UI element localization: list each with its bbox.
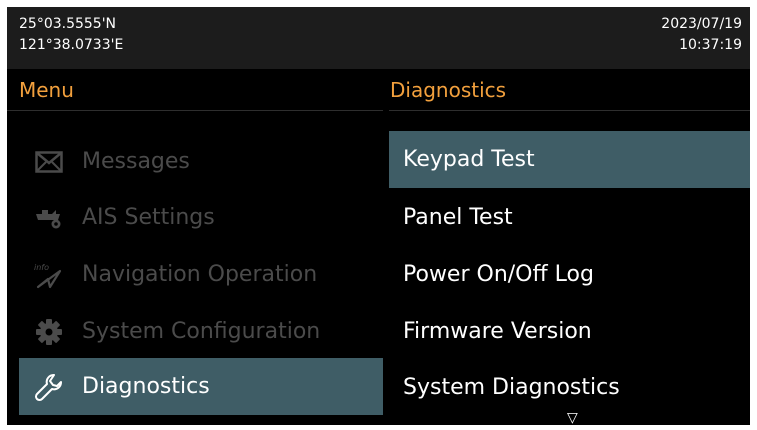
- menu-item-label: AIS Settings: [82, 205, 215, 230]
- diagnostics-item-keypad-test[interactable]: Keypad Test: [389, 131, 750, 188]
- diagnostics-item-label: System Diagnostics: [403, 375, 620, 400]
- longitude-readout: 121°38.0733'E: [19, 37, 124, 53]
- latitude-readout: 25°03.5555'N: [19, 16, 117, 32]
- menu-item-navigation-operation[interactable]: info Navigation Operation: [19, 246, 383, 303]
- diagnostics-item-label: Panel Test: [403, 205, 513, 230]
- ship-settings-icon: [34, 203, 64, 233]
- diagnostics-item-label: Firmware Version: [403, 319, 592, 344]
- diagnostics-item-label: Keypad Test: [403, 147, 535, 172]
- diagnostics-item-power-log[interactable]: Power On/Off Log: [389, 246, 750, 303]
- navigation-info-icon: info: [34, 260, 64, 290]
- diagnostics-item-system-diagnostics[interactable]: System Diagnostics: [389, 359, 750, 416]
- menu-item-label: Navigation Operation: [82, 262, 318, 287]
- menu-item-messages[interactable]: Messages: [19, 133, 383, 190]
- date-readout: 2023/07/19: [661, 16, 742, 32]
- diagnostics-item-label: Power On/Off Log: [403, 262, 594, 287]
- menu-title: Menu: [7, 69, 383, 111]
- scroll-down-indicator[interactable]: ▽: [567, 411, 578, 425]
- diagnostics-item-panel-test[interactable]: Panel Test: [389, 189, 750, 246]
- menu-item-diagnostics[interactable]: Diagnostics: [19, 358, 383, 415]
- menu-item-ais-settings[interactable]: AIS Settings: [19, 189, 383, 246]
- wrench-icon: [34, 372, 64, 402]
- diagnostics-item-firmware-version[interactable]: Firmware Version: [389, 303, 750, 360]
- menu-item-label: Messages: [82, 149, 190, 174]
- envelope-icon: [34, 147, 64, 177]
- menu-item-system-configuration[interactable]: System Configuration: [19, 303, 383, 360]
- menu-item-label: Diagnostics: [82, 374, 210, 399]
- status-bar: 25°03.5555'N 121°38.0733'E 2023/07/19 10…: [7, 7, 750, 69]
- gear-icon: [34, 317, 64, 347]
- diagnostics-title: Diagnostics: [389, 69, 750, 111]
- menu-item-label: System Configuration: [82, 319, 321, 344]
- time-readout: 10:37:19: [679, 37, 742, 53]
- device-screen: 25°03.5555'N 121°38.0733'E 2023/07/19 10…: [7, 7, 750, 425]
- svg-text:info: info: [34, 263, 49, 272]
